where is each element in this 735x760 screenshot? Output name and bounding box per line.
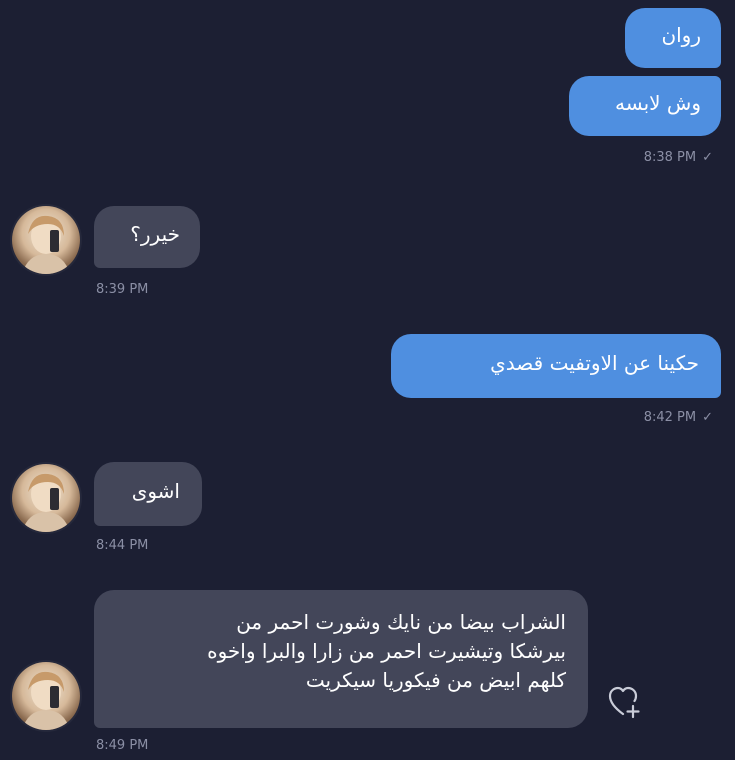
- message-timestamp: 8:38 PM ✓: [643, 150, 713, 165]
- avatar-icon[interactable]: [12, 464, 80, 532]
- message-bubble-outgoing[interactable]: روان: [625, 8, 721, 68]
- message-line: كلهم ابيض من فيكوريا سيكريت: [305, 668, 566, 692]
- message-line: الشراب بيضا من نايك وشورت احمر من: [236, 610, 566, 634]
- message-line: بيرشكا وتيشيرت احمر من زارا والبرا واخوه: [207, 639, 566, 663]
- heart-plus-icon[interactable]: [606, 684, 642, 720]
- message-timestamp: 8:42 PM ✓: [643, 410, 713, 425]
- read-check-icon: ✓: [702, 150, 713, 165]
- message-bubble-outgoing[interactable]: وش لابسه: [569, 76, 721, 136]
- message-bubble-incoming[interactable]: الشراب بيضا من نايك وشورت احمر من بيرشكا…: [94, 590, 588, 728]
- message-bubble-incoming[interactable]: خيرر؟: [94, 206, 200, 268]
- message-timestamp: 8:49 PM: [96, 738, 149, 753]
- chat-thread: روان وش لابسه 8:38 PM ✓ خيرر؟ 8:39 PM حكي…: [0, 0, 735, 760]
- message-bubble-outgoing[interactable]: حكينا عن الاوتفيت قصدي: [391, 334, 721, 398]
- avatar-icon[interactable]: [12, 662, 80, 730]
- message-timestamp: 8:39 PM: [96, 282, 149, 297]
- read-check-icon: ✓: [702, 410, 713, 425]
- message-bubble-incoming[interactable]: اشوى: [94, 462, 202, 526]
- message-timestamp: 8:44 PM: [96, 538, 149, 553]
- avatar-icon[interactable]: [12, 206, 80, 274]
